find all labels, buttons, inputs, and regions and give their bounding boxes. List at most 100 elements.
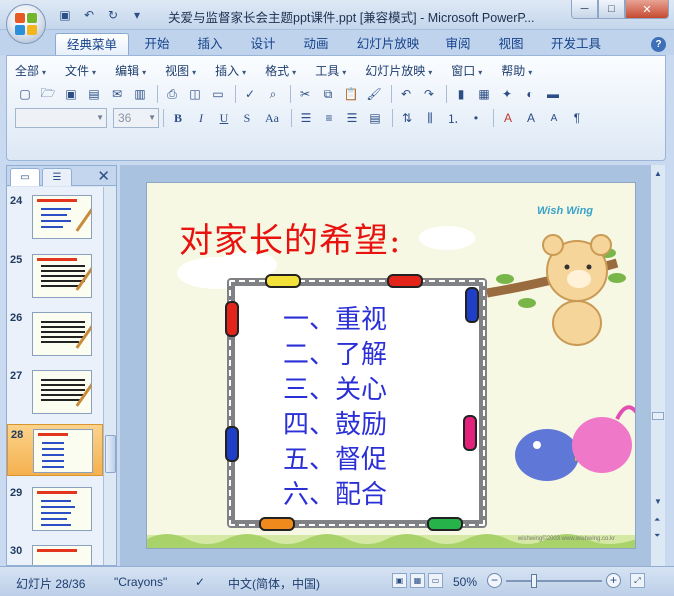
menu-all[interactable]: 全部 ▾ [15, 62, 46, 79]
align-left-icon[interactable]: ☰ [296, 108, 316, 128]
bold-button[interactable]: B [168, 108, 188, 128]
font-name-select[interactable]: ▼ [15, 108, 107, 128]
grow-font-icon[interactable]: A [521, 108, 541, 128]
text-direction-icon[interactable]: ⇅ [397, 108, 417, 128]
slide-thumbnail[interactable]: 27 [7, 366, 103, 418]
table-icon[interactable]: ▦ [474, 84, 494, 104]
color-grayscale-icon[interactable]: ◐ [520, 84, 540, 104]
spell-check-icon[interactable]: ✓ [195, 575, 205, 589]
paste-icon[interactable]: 📋 [341, 84, 361, 104]
slide-layout-icon[interactable]: ▬ [543, 84, 563, 104]
scroll-up-icon[interactable]: ▲ [654, 169, 662, 178]
zoom-level[interactable]: 50% [453, 575, 477, 589]
paragraph-icon[interactable]: ¶ [567, 108, 587, 128]
scroll-down-icon[interactable]: ▼ [654, 497, 662, 506]
menu-slideshow[interactable]: 幻灯片放映 ▾ [365, 62, 432, 79]
zoom-slider-handle[interactable] [530, 574, 537, 588]
tab-classic-menu[interactable]: 经典菜单 [55, 33, 129, 55]
tab-slides[interactable]: ▭ [10, 168, 40, 186]
slide-canvas[interactable]: 对家长的希望: Wish Wing 一、重视 二、了解 三、关心 四、鼓励 五、… [146, 182, 636, 549]
justify-icon[interactable]: ▤ [365, 108, 385, 128]
redo-icon[interactable]: ↷ [419, 84, 439, 104]
next-slide-icon[interactable]: ⏷ [654, 531, 660, 541]
customize-icon[interactable]: ▾ [128, 6, 146, 24]
format-painter-icon[interactable]: 🖌 [364, 84, 384, 104]
save-icon[interactable]: ▣ [61, 84, 81, 104]
spelling-icon[interactable]: ✓ [240, 84, 260, 104]
slide-thumbnail[interactable]: 30 [7, 541, 103, 565]
tab-home[interactable]: 开始 [137, 33, 177, 55]
zoom-in-icon[interactable]: + [606, 573, 621, 588]
list-item: 二、了解 [283, 340, 388, 370]
slide-thumbnail[interactable]: 24 [7, 191, 103, 243]
shadow-button[interactable]: S [237, 108, 257, 128]
thumbnail-scrollbar[interactable] [103, 187, 116, 565]
undo-icon[interactable]: ↶ [396, 84, 416, 104]
redo-icon[interactable]: ↻ [104, 6, 122, 24]
chart-icon[interactable]: ▮ [451, 84, 471, 104]
tab-outline[interactable]: ☰ [42, 168, 72, 186]
tab-slideshow[interactable]: 幻灯片放映 [352, 33, 424, 55]
align-right-icon[interactable]: ☰ [342, 108, 362, 128]
language-status[interactable]: 中文(简体，中国) [228, 575, 320, 592]
save-icon[interactable]: ▣ [56, 6, 74, 24]
tab-animation[interactable]: 动画 [296, 33, 336, 55]
menu-window[interactable]: 窗口 ▾ [451, 62, 482, 79]
menu-help[interactable]: 帮助 ▾ [501, 62, 532, 79]
panel-close-icon[interactable]: ✕ [97, 167, 110, 185]
menu-view[interactable]: 视图 ▾ [165, 62, 196, 79]
change-case-button[interactable]: Aa [260, 108, 284, 128]
fit-to-window-icon[interactable]: ⤢ [630, 573, 645, 588]
italic-button[interactable]: I [191, 108, 211, 128]
pdf-icon[interactable]: ▥ [130, 84, 150, 104]
tab-view[interactable]: 视图 [491, 33, 531, 55]
normal-view-icon[interactable]: ▣ [392, 573, 407, 588]
tab-design[interactable]: 设计 [243, 33, 283, 55]
permission-icon[interactable]: ▤ [84, 84, 104, 104]
email-icon[interactable]: ✉ [107, 84, 127, 104]
slide-scrollbar[interactable]: ▲ ▼ ⏶ ⏷ [650, 165, 665, 566]
menu-edit[interactable]: 编辑 ▾ [115, 62, 146, 79]
screen-icon[interactable]: ▭ [208, 84, 228, 104]
align-center-icon[interactable]: ≡ [319, 108, 339, 128]
scrollbar-thumb[interactable] [105, 435, 116, 473]
columns-icon[interactable]: ⫼ [420, 108, 440, 128]
maximize-button[interactable]: □ [598, 0, 625, 19]
font-color-icon[interactable]: A [498, 108, 518, 128]
slideshow-view-icon[interactable]: ▭ [428, 573, 443, 588]
slide-thumbnail[interactable]: 29 [7, 483, 103, 535]
slide-thumbnail[interactable]: 25 [7, 250, 103, 302]
tab-developer[interactable]: 开发工具 [545, 33, 607, 55]
bullets-icon[interactable]: • [466, 108, 486, 128]
research-icon[interactable]: ⌕ [263, 84, 283, 104]
menu-insert[interactable]: 插入 ▾ [215, 62, 246, 79]
clipart-icon[interactable]: ✦ [497, 84, 517, 104]
copy-icon[interactable]: ⧉ [318, 84, 338, 104]
previous-slide-icon[interactable]: ⏶ [654, 515, 660, 525]
menu-tools[interactable]: 工具 ▾ [315, 62, 346, 79]
shrink-font-icon[interactable]: A [544, 108, 564, 128]
cut-icon[interactable]: ✂ [295, 84, 315, 104]
new-icon[interactable]: ▢ [15, 84, 35, 104]
zoom-slider[interactable] [506, 580, 602, 582]
minimize-button[interactable]: ─ [571, 0, 598, 19]
tab-review[interactable]: 审阅 [438, 33, 478, 55]
slide-thumbnail[interactable]: 26 [7, 308, 103, 360]
print-icon[interactable]: ⎙ [162, 84, 182, 104]
menu-file[interactable]: 文件 ▾ [65, 62, 96, 79]
close-button[interactable]: ✕ [625, 0, 669, 19]
scrollbar-thumb[interactable] [652, 412, 664, 420]
office-button[interactable] [6, 4, 46, 44]
undo-icon[interactable]: ↶ [80, 6, 98, 24]
slide-sorter-icon[interactable]: ▦ [410, 573, 425, 588]
menu-format[interactable]: 格式 ▾ [265, 62, 296, 79]
numbering-icon[interactable]: ⒈ [443, 108, 463, 128]
print-preview-icon[interactable]: ◫ [185, 84, 205, 104]
zoom-out-icon[interactable]: − [487, 573, 502, 588]
help-icon[interactable]: ? [651, 37, 666, 52]
underline-button[interactable]: U [214, 108, 234, 128]
tab-insert[interactable]: 插入 [190, 33, 230, 55]
open-icon[interactable]: 🗁 [38, 84, 58, 104]
slide-thumbnail-selected[interactable]: 28 [7, 424, 103, 476]
font-size-select[interactable]: 36 ▼ [113, 108, 159, 128]
